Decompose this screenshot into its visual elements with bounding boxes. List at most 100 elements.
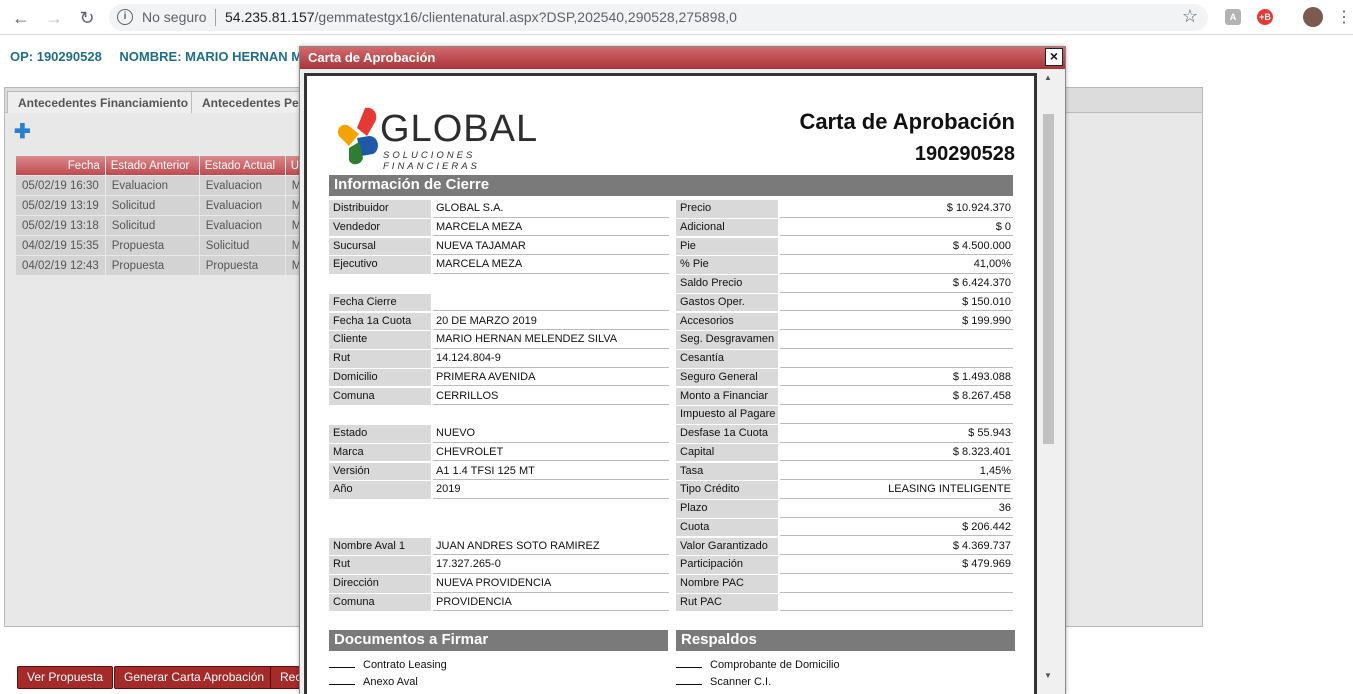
info-value: $ 1.493.088	[780, 369, 1013, 387]
info-value: PROVIDENCIA	[433, 594, 669, 612]
info-label: Gastos Oper.	[676, 293, 778, 312]
info-value: $ 199.990	[780, 313, 1013, 330]
info-label: Plazo	[676, 500, 778, 518]
info-value: $ 8.267.458	[780, 388, 1013, 405]
info-label: Pie	[676, 237, 778, 255]
table-row[interactable]: 05/02/19 13:19SolicitudEvaluacionMA	[16, 196, 315, 215]
info-label: Nombre Aval 1	[329, 537, 431, 555]
info-label: Rut	[329, 556, 431, 574]
info-label	[329, 406, 431, 424]
document-frame: GLOBAL SOLUCIONES FINANCIERAS Carta de A…	[300, 69, 1065, 694]
close-button[interactable]: ×	[1045, 48, 1063, 66]
info-row: Desfase 1a Cuota $ 55.943	[676, 425, 1013, 444]
doc-item-label: Anexo Aval	[363, 676, 418, 688]
ver-propuesta-button[interactable]: Ver Propuesta	[17, 666, 114, 689]
info-label: Comuna	[329, 593, 431, 612]
info-value: $ 6.424.370	[780, 275, 1013, 293]
info-label: Estado	[329, 425, 431, 443]
info-value: NUEVA PROVIDENCIA	[433, 575, 669, 593]
info-value: $ 4.369.737	[780, 538, 1013, 555]
op-number: OP: 190290528	[10, 49, 102, 64]
info-value: $ 206.442	[780, 519, 1013, 537]
url-text[interactable]: 54.235.81.157/gemmatestgx16/clientenatur…	[225, 9, 737, 25]
info-row: Impuesto al Pagare	[676, 406, 1013, 425]
info-label: Sucursal	[329, 237, 431, 255]
tab-antecedentes-personales[interactable]: Antecedentes Per	[191, 91, 301, 113]
info-label	[329, 500, 431, 518]
info-label: Año	[329, 481, 431, 499]
rec-button[interactable]: Rec	[270, 666, 300, 689]
menu-kebab-icon[interactable]: ⋮	[1333, 7, 1353, 29]
info-value: $ 479.969	[780, 556, 1013, 574]
reload-icon[interactable]: ↻	[76, 7, 98, 29]
approval-document: GLOBAL SOLUCIONES FINANCIERAS Carta de A…	[304, 73, 1037, 694]
info-label: Accesorios	[676, 312, 778, 330]
info-row: Tipo Crédito LEASING INTELIGENTE	[676, 481, 1013, 500]
bookmark-star-icon[interactable]: ☆	[1182, 6, 1198, 27]
info-row: Estado NUEVO	[329, 425, 669, 444]
info-value: MARCELA MEZA	[433, 256, 669, 274]
section-respaldos: Respaldos	[676, 630, 1015, 651]
info-label: Cesantía	[676, 350, 778, 368]
table-row[interactable]: 05/02/19 13:18SolicitudEvaluacionMA	[16, 216, 315, 235]
info-label: Precio	[676, 200, 778, 218]
info-value: $ 0	[780, 219, 1013, 237]
column-header[interactable]: Estado Actual	[199, 156, 285, 175]
scroll-thumb[interactable]	[1043, 114, 1054, 444]
extension-icon[interactable]: +B	[1257, 9, 1273, 25]
back-icon[interactable]: ←	[10, 7, 32, 29]
info-label: Saldo Precio	[676, 275, 778, 293]
column-header[interactable]: Estado Anterior	[105, 156, 199, 175]
info-row: Seg. Desgravamen	[676, 331, 1013, 350]
info-row: Versión A1 1.4 TFSI 125 MT	[329, 462, 669, 482]
tab-antecedentes-financiamiento[interactable]: Antecedentes Financiamiento	[7, 91, 200, 113]
info-label: Rut PAC	[676, 593, 778, 612]
info-row: Domicilio PRIMERA AVENIDA	[329, 368, 669, 388]
logo-wordmark: GLOBAL	[380, 108, 539, 150]
table-cell: 05/02/19 13:19	[16, 196, 105, 215]
info-row: Rut 14.124.804-9	[329, 350, 669, 369]
info-value	[780, 406, 1013, 424]
table-row[interactable]: 05/02/19 16:30EvaluacionEvaluacionMA	[16, 176, 315, 195]
column-header[interactable]: Fecha	[16, 156, 105, 175]
client-name: NOMBRE: MARIO HERNAN ME	[119, 49, 311, 64]
info-label: Comuna	[329, 387, 431, 405]
generar-carta-button[interactable]: Generar Carta Aprobación	[114, 666, 275, 689]
browser-toolbar: ← → ↻ i No seguro 54.235.81.157/gemmates…	[0, 0, 1353, 35]
info-value: CERRILLOS	[433, 388, 669, 405]
profile-avatar[interactable]	[1303, 7, 1323, 27]
info-row: Nombre PAC	[676, 575, 1013, 594]
info-label: Seg. Desgravamen	[676, 331, 778, 349]
forward-icon[interactable]: →	[43, 7, 65, 29]
table-cell: Evaluacion	[199, 196, 285, 215]
info-row: Año 2019	[329, 481, 669, 500]
info-row: Precio $ 10.924.370	[676, 200, 1013, 219]
info-row: Capital $ 8.323.401	[676, 443, 1013, 463]
info-row: Fecha 1a Cuota 20 DE MARZO 2019	[329, 312, 669, 332]
info-row: Sucursal NUEVA TAJAMAR	[329, 237, 669, 257]
info-row: Fecha Cierre	[329, 293, 669, 313]
pdf-extension-icon[interactable]: A	[1225, 9, 1241, 25]
scroll-up-icon[interactable]: ▲	[1044, 73, 1052, 82]
address-bar[interactable]: i No seguro 54.235.81.157/gemmatestgx16/…	[109, 4, 1208, 31]
info-value: 41,00%	[780, 256, 1013, 274]
scrollbar[interactable]: ▲ ▼	[1040, 69, 1057, 694]
section-informacion-cierre: Información de Cierre	[329, 175, 1013, 196]
table-row[interactable]: 04/02/19 12:43PropuestaPropuestaMA	[16, 256, 315, 275]
info-label	[329, 519, 431, 537]
info-label: Domicilio	[329, 368, 431, 387]
right-info-list: Precio $ 10.924.370 Adicional $ 0 Pie $ 4.500…	[676, 200, 1013, 613]
info-value: A1 1.4 TFSI 125 MT	[433, 463, 669, 480]
doc-item-label: Contrato Leasing	[363, 659, 447, 671]
add-icon[interactable]: ✚	[14, 122, 31, 142]
info-icon[interactable]: i	[117, 9, 133, 25]
table-cell: 05/02/19 13:18	[16, 216, 105, 235]
table-row[interactable]: 04/02/19 15:35PropuestaSolicitudMA	[16, 236, 315, 255]
url-host: 54.235.81.157	[225, 9, 315, 25]
scroll-down-icon[interactable]: ▼	[1044, 671, 1052, 680]
table-cell: Propuesta	[199, 256, 285, 275]
list-item: Comprobante de Domicilio	[676, 659, 840, 671]
left-info-list: Distribuidor GLOBAL S.A. Vendedor MARCELA M…	[329, 200, 669, 613]
info-row: Pie $ 4.500.000	[676, 237, 1013, 257]
document-title: Carta de Aprobación	[799, 109, 1015, 134]
